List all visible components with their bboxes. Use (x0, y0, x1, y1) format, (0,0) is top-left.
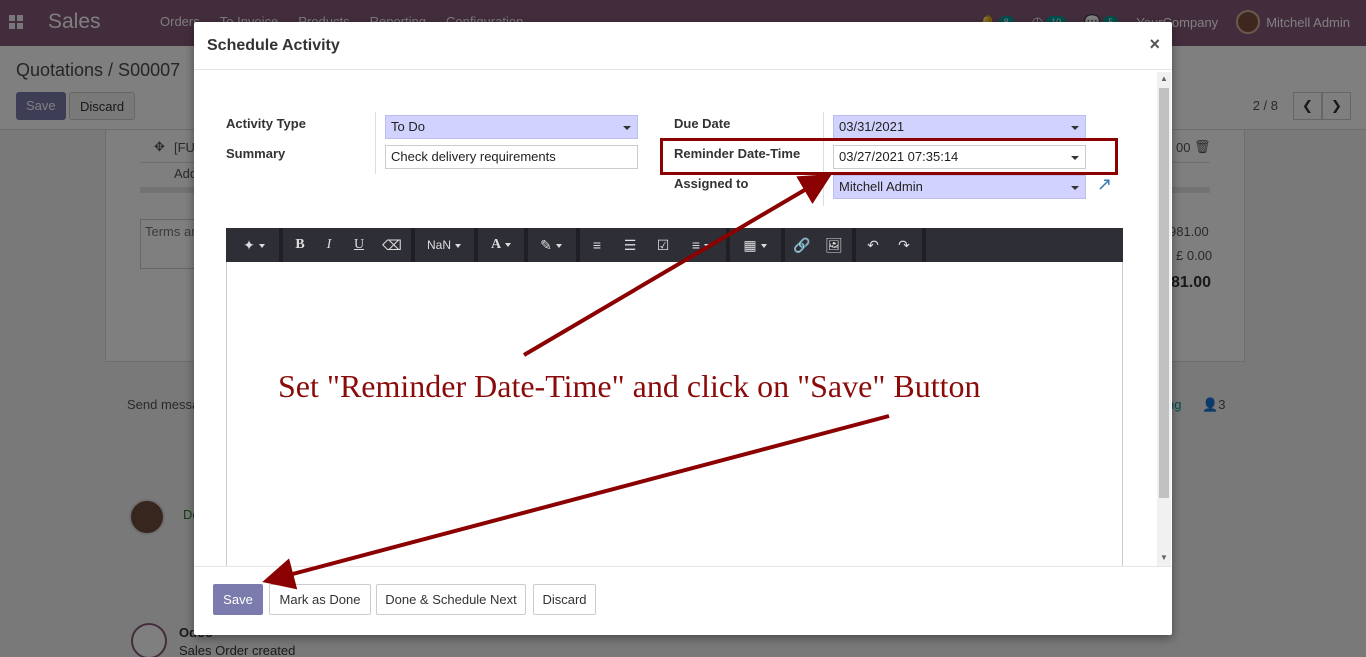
toolbar-divider (852, 228, 856, 262)
checklist-icon[interactable]: ☑ (649, 232, 677, 258)
editor-toolbar: ✦ B I U ⌫ NaN A ✎ ≡ ☰ ☑ ≡ ▦ 🔗 🖼 ↶ ↷ (226, 228, 1123, 262)
italic-icon[interactable]: I (316, 232, 342, 258)
note-editor[interactable] (226, 262, 1123, 566)
activity-type-value: To Do (391, 119, 425, 134)
due-date-input[interactable]: 03/31/2021 (833, 115, 1086, 139)
redo-icon[interactable]: ↷ (890, 232, 918, 258)
toolbar-divider (474, 228, 478, 262)
numbered-list-icon[interactable]: ☰ (616, 232, 644, 258)
magic-wand-icon[interactable]: ✦ (234, 232, 274, 258)
discard-button[interactable]: Discard (533, 584, 596, 615)
eraser-icon[interactable]: ⌫ (376, 232, 408, 258)
chevron-down-icon (1071, 126, 1079, 130)
bullet-list-icon[interactable]: ≡ (583, 232, 611, 258)
schedule-activity-dialog: Schedule Activity × ▲ ▼ Activity Type Su… (194, 22, 1172, 635)
toolbar-divider (576, 228, 580, 262)
highlight-box (660, 138, 1118, 175)
font-size-value: NaN (426, 238, 451, 252)
font-color-icon[interactable]: A (481, 232, 521, 258)
scrollbar-thumb[interactable] (1159, 88, 1169, 498)
underline-icon[interactable]: U (345, 232, 373, 258)
toolbar-divider (781, 228, 785, 262)
save-button[interactable]: Save (213, 584, 263, 615)
due-date-value: 03/31/2021 (839, 119, 905, 134)
toolbar-divider (411, 228, 415, 262)
paragraph-align-icon[interactable]: ≡ (681, 232, 721, 258)
dialog-scrollbar[interactable]: ▲ ▼ (1157, 72, 1171, 566)
dialog-header: Schedule Activity × (194, 22, 1172, 70)
dialog-title: Schedule Activity (207, 37, 340, 54)
close-icon[interactable]: × (1149, 34, 1160, 55)
table-icon[interactable]: ▦ (734, 232, 776, 258)
assigned-to-label: Assigned to (674, 176, 749, 191)
mark-as-done-button[interactable]: Mark as Done (269, 584, 371, 615)
image-icon[interactable]: 🖼 (820, 232, 848, 258)
bold-icon[interactable]: B (286, 232, 314, 258)
undo-icon[interactable]: ↶ (859, 232, 887, 258)
chevron-down-icon (1071, 186, 1079, 190)
done-schedule-next-button[interactable]: Done & Schedule Next (376, 584, 526, 615)
activity-type-label: Activity Type (226, 116, 306, 131)
link-icon[interactable]: 🔗 (788, 232, 816, 258)
scroll-up-icon[interactable]: ▲ (1160, 74, 1168, 83)
font-size-dropdown[interactable]: NaN (418, 232, 470, 258)
toolbar-divider (922, 228, 926, 262)
summary-label: Summary (226, 146, 286, 161)
chevron-down-icon (623, 126, 631, 130)
toolbar-divider (524, 228, 528, 262)
brush-icon[interactable]: ✎ (531, 232, 571, 258)
annotation-text: Set "Reminder Date-Time" and click on "S… (278, 368, 981, 404)
due-date-label: Due Date (674, 116, 731, 131)
toolbar-divider (279, 228, 283, 262)
dialog-footer: Save Mark as Done Done & Schedule Next D… (194, 566, 1172, 635)
toolbar-divider (726, 228, 730, 262)
summary-value: Check delivery requirements (391, 149, 556, 164)
assigned-to-value: Mitchell Admin (839, 179, 923, 194)
summary-input[interactable]: Check delivery requirements (385, 145, 638, 169)
assigned-to-select[interactable]: Mitchell Admin (833, 175, 1086, 199)
label-separator (375, 112, 376, 174)
external-link-icon[interactable]: ↗ (1097, 174, 1112, 195)
scroll-down-icon[interactable]: ▼ (1160, 553, 1168, 562)
activity-type-select[interactable]: To Do (385, 115, 638, 139)
